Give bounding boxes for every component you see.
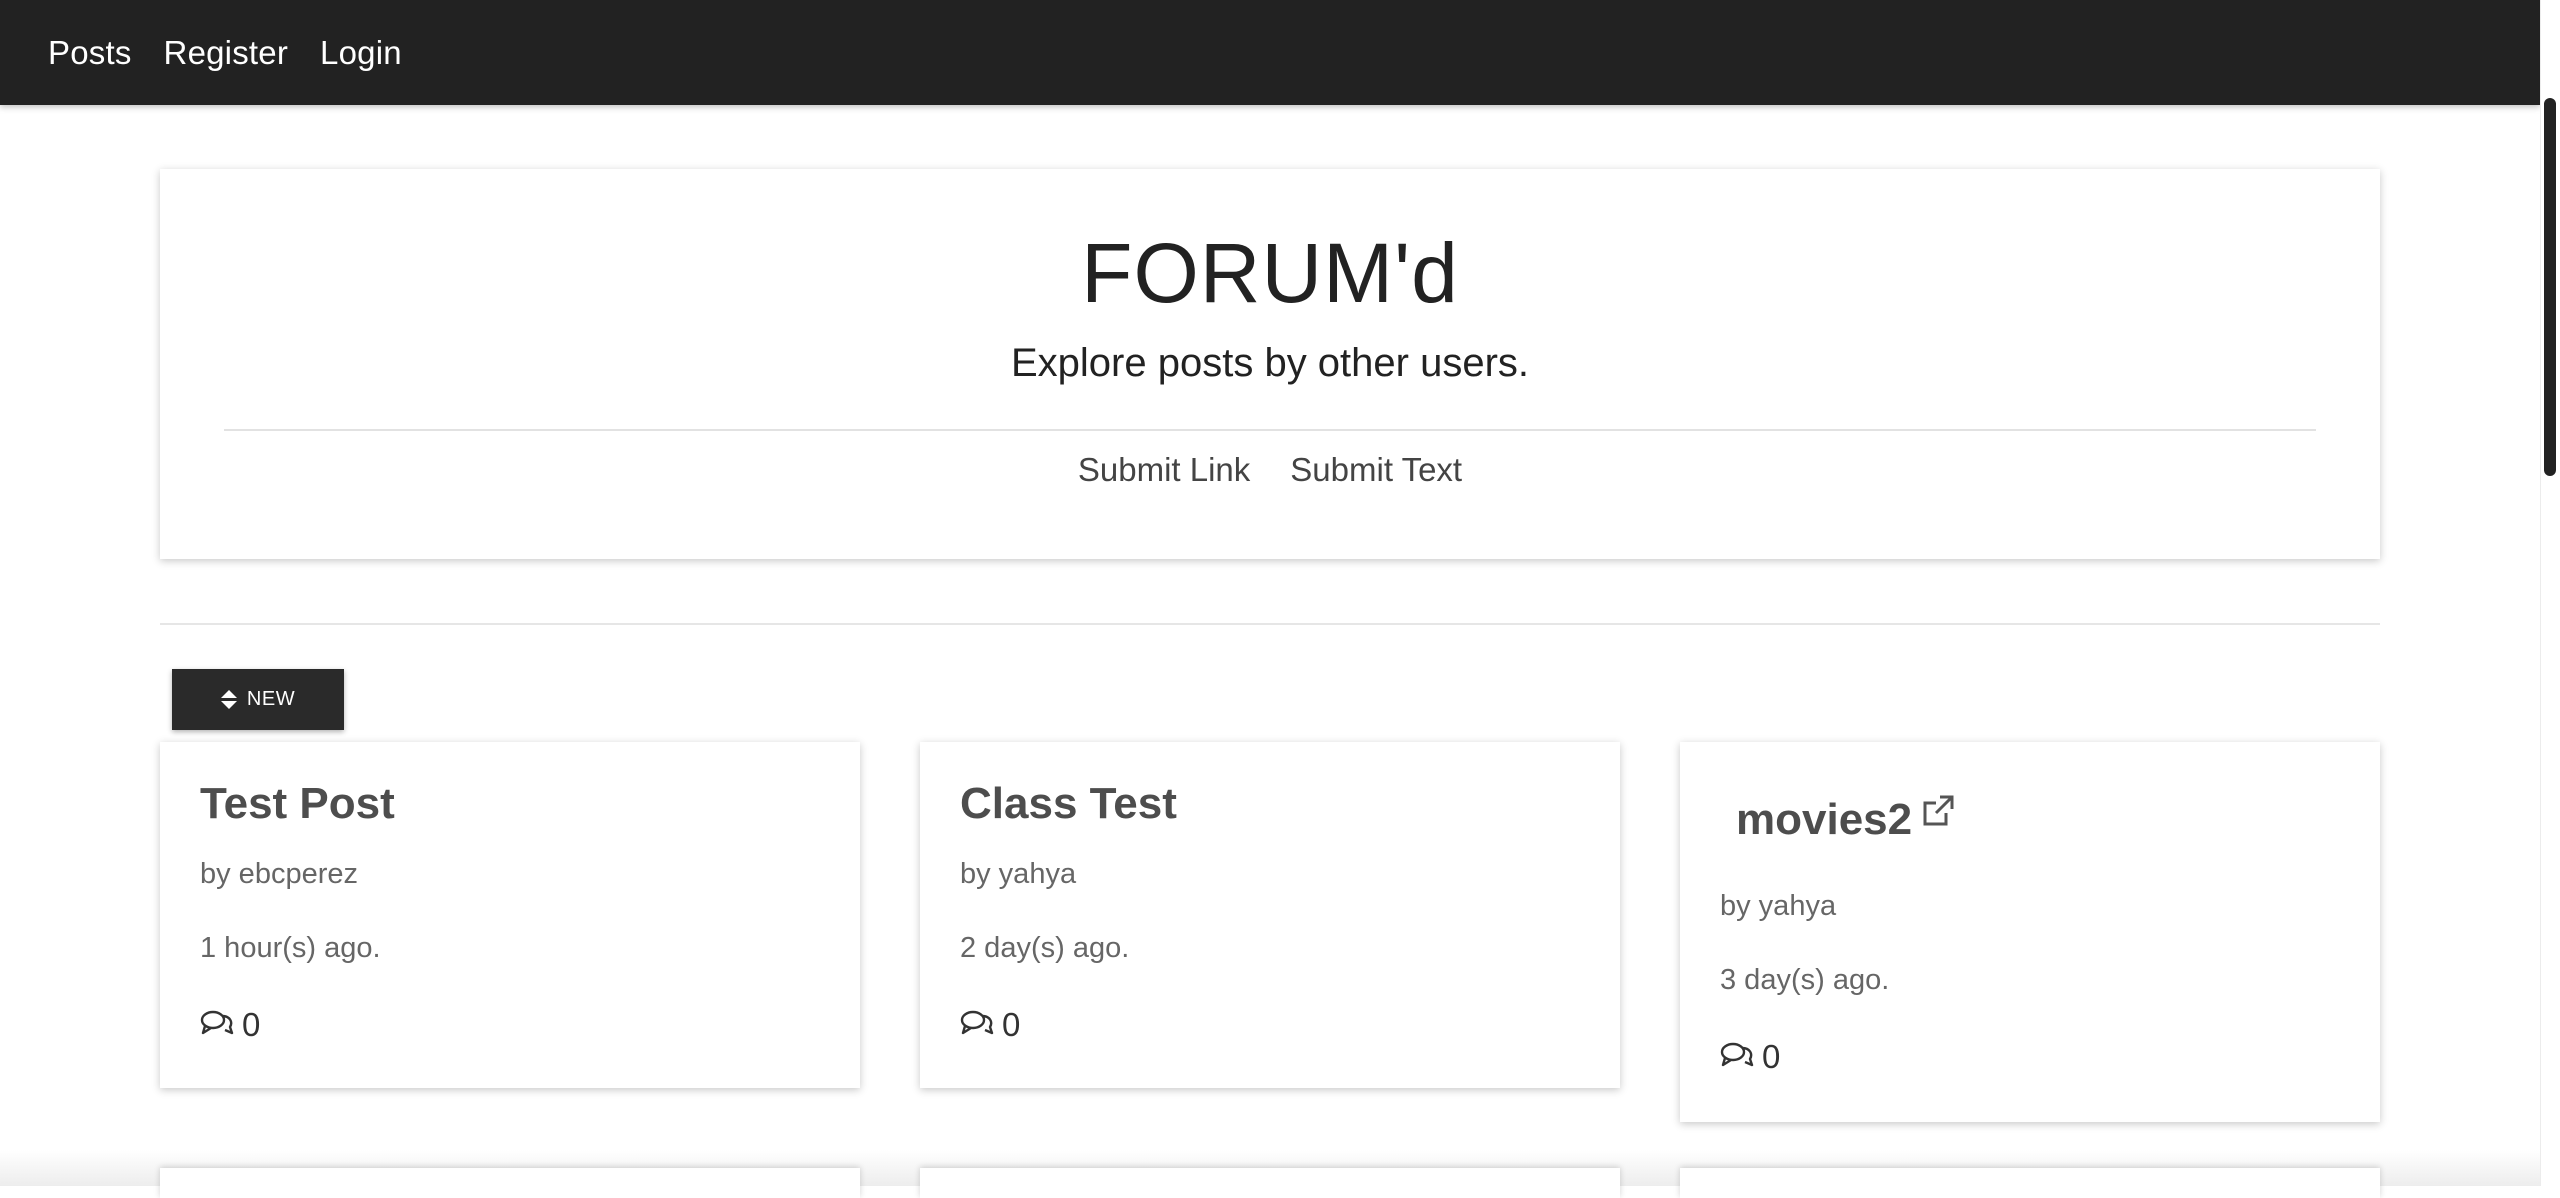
submit-text-button[interactable]: Submit Text xyxy=(1290,453,1462,486)
post-card[interactable]: Class Test by yahya 2 day(s) ago. 0 xyxy=(920,742,1620,1088)
post-author: by yahya xyxy=(1720,890,1837,922)
post-comments[interactable]: 0 xyxy=(200,1008,260,1041)
post-title[interactable]: movies2 xyxy=(1736,795,1956,842)
hero-card: FORUM'd Explore posts by other users. Su… xyxy=(160,169,2380,559)
comments-icon xyxy=(1720,1040,1754,1073)
post-card[interactable]: movies2 by yahya 3 day(s) ago. 0 xyxy=(1680,742,2380,1122)
comments-icon xyxy=(200,1008,234,1041)
post-author: by yahya xyxy=(960,858,1077,890)
post-age: 3 day(s) ago. xyxy=(1720,964,1890,996)
post-card-peek[interactable] xyxy=(1680,1168,2380,1198)
page-scrollbar[interactable] xyxy=(2540,0,2560,1186)
post-age: 2 day(s) ago. xyxy=(960,932,1130,964)
comment-count: 0 xyxy=(1762,1038,1781,1075)
page-subtitle: Explore posts by other users. xyxy=(1010,341,1530,385)
post-title[interactable]: Test Post xyxy=(200,782,395,826)
post-age: 1 hour(s) ago. xyxy=(200,932,381,964)
post-title[interactable]: Class Test xyxy=(960,782,1177,826)
post-card-peek[interactable] xyxy=(920,1168,1620,1198)
post-card[interactable]: Test Post by ebcperez 1 hour(s) ago. 0 xyxy=(160,742,860,1088)
comments-icon xyxy=(960,1008,994,1041)
sort-label: NEW xyxy=(246,688,296,710)
section-divider xyxy=(160,623,2380,625)
scrollbar-thumb[interactable] xyxy=(2544,98,2556,476)
post-comments[interactable]: 0 xyxy=(1720,1040,1780,1073)
external-link-icon xyxy=(1920,793,1956,837)
page-title: FORUM'd xyxy=(1081,226,1459,320)
comment-count: 0 xyxy=(1002,1006,1021,1043)
hero-divider xyxy=(224,429,2316,431)
post-title-text[interactable]: Class Test xyxy=(960,782,1177,826)
post-title-text[interactable]: Test Post xyxy=(200,782,395,826)
post-author: by ebcperez xyxy=(200,858,358,890)
submit-actions: Submit Link Submit Text xyxy=(160,453,2380,486)
post-card-peek[interactable] xyxy=(160,1168,860,1198)
submit-link-button[interactable]: Submit Link xyxy=(1078,453,1250,486)
nav-register-link[interactable]: Register xyxy=(164,34,288,72)
nav-login-link[interactable]: Login xyxy=(320,34,402,72)
post-title-text[interactable]: movies2 xyxy=(1736,798,1912,842)
post-comments[interactable]: 0 xyxy=(960,1008,1020,1041)
sort-icon xyxy=(220,690,237,709)
comment-count: 0 xyxy=(242,1006,261,1043)
top-navbar: Posts Register Login xyxy=(0,0,2540,105)
sort-new-button[interactable]: NEW xyxy=(172,669,344,730)
nav-posts-link[interactable]: Posts xyxy=(48,34,132,72)
